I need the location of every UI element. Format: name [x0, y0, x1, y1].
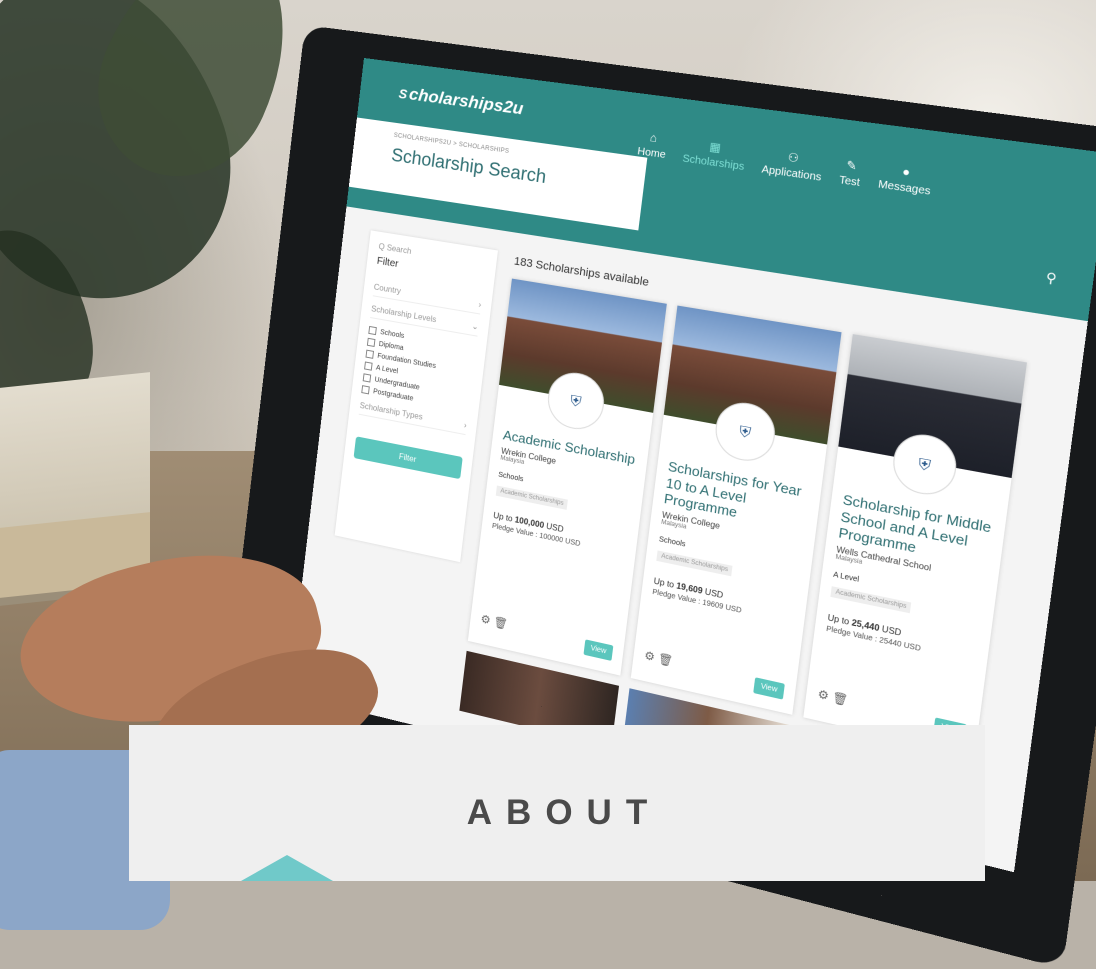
- about-heading: ABOUT: [466, 793, 662, 832]
- amount-suffix: USD: [701, 586, 724, 601]
- card-action-icons[interactable]: ⚙ 🗑: [817, 687, 849, 707]
- scholarship-icon: ▦: [708, 140, 722, 155]
- test-icon: ✎: [845, 159, 858, 174]
- home-icon: ⌂: [649, 131, 658, 146]
- chevron-right-icon: ›: [463, 420, 468, 431]
- checkbox-box[interactable]: [366, 337, 376, 348]
- filter-button[interactable]: Filter: [353, 436, 463, 480]
- nav-label: Messages: [877, 178, 932, 198]
- logo-cap: S: [397, 85, 409, 102]
- view-button[interactable]: View: [753, 677, 785, 700]
- chevron-down-icon: ⌄: [471, 321, 480, 332]
- site-logo[interactable]: Scholarships2u: [398, 83, 525, 120]
- about-panel: ABOUT: [129, 725, 985, 881]
- applications-icon: ⚇: [786, 151, 800, 166]
- checkbox-box[interactable]: [368, 325, 377, 336]
- amount-prefix: Up to: [827, 612, 853, 628]
- messages-icon: ●: [901, 165, 911, 180]
- amount-prefix: Up to: [492, 510, 516, 524]
- nav-label: Scholarships: [681, 153, 745, 174]
- nav-label: Applications: [760, 163, 822, 184]
- scholarship-card[interactable]: ⛨ Scholarships for Year 10 to A Level Pr…: [630, 305, 842, 715]
- checkbox-label: Schools: [379, 328, 405, 340]
- logo-text: cholarships2u: [408, 84, 525, 119]
- nav-messages[interactable]: ● Messages: [877, 163, 933, 199]
- nav-label: Test: [838, 174, 861, 190]
- checkbox-box[interactable]: [364, 361, 373, 371]
- types-label: Scholarship Types: [359, 400, 424, 422]
- checkbox-label: Postgraduate: [372, 387, 414, 403]
- country-label: Country: [373, 282, 402, 296]
- checkbox-label: A Level: [375, 364, 399, 375]
- card-action-icons[interactable]: ⚙ 🗑: [644, 648, 674, 669]
- nav-applications[interactable]: ⚇ Applications: [761, 147, 824, 184]
- scholarship-card[interactable]: ⛨ Academic Scholarship Wrekin College Ma…: [467, 278, 667, 676]
- checkbox-box[interactable]: [365, 349, 375, 359]
- checkbox-box[interactable]: [361, 385, 370, 395]
- triangle-accent-icon: [241, 855, 333, 881]
- scholarship-card[interactable]: ⛨ Scholarship for Middle School and A Le…: [803, 334, 1027, 757]
- card-action-icons[interactable]: ⚙ 🗑: [480, 612, 508, 631]
- main-nav: ⌂ Home ▦ Scholarships ⚇ Applications ✎ T…: [637, 130, 934, 199]
- nav-scholarships[interactable]: ▦ Scholarships: [682, 136, 747, 173]
- amount-prefix: Up to: [653, 576, 677, 591]
- levels-label: Scholarship Levels: [370, 304, 437, 325]
- view-button[interactable]: View: [583, 639, 614, 661]
- nav-test[interactable]: ✎ Test: [838, 157, 862, 189]
- amount-suffix: USD: [878, 623, 902, 638]
- user-icon[interactable]: ⚲: [1045, 270, 1058, 287]
- filter-panel: Q Search Filter Country › Scholarship Le…: [334, 230, 498, 563]
- chevron-right-icon: ›: [477, 299, 482, 310]
- checkbox-box[interactable]: [362, 373, 372, 383]
- checkbox-label: Diploma: [378, 340, 404, 352]
- amount-suffix: USD: [543, 520, 565, 534]
